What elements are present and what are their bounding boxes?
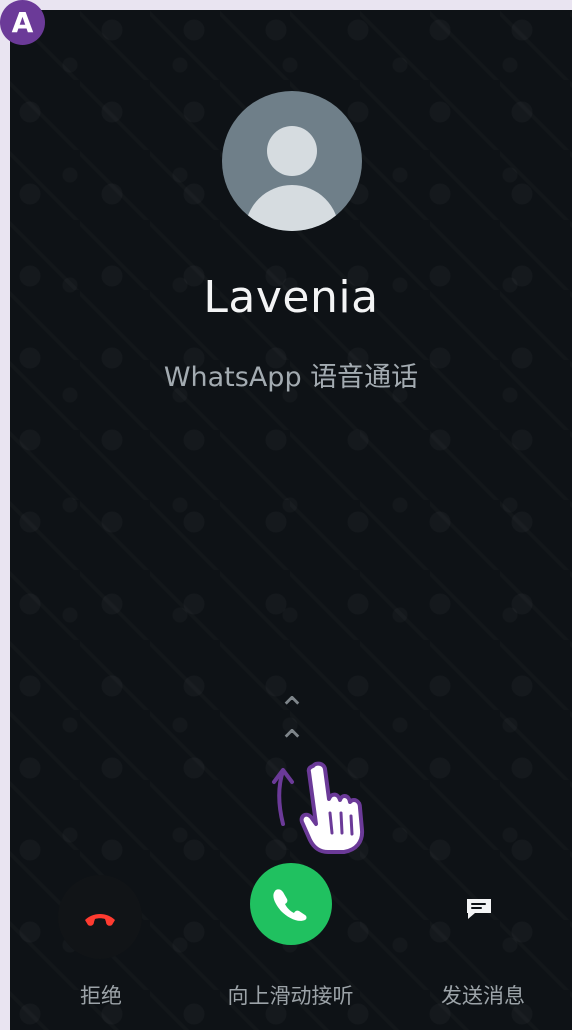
default-person-icon (267, 126, 317, 176)
phone-hangup-icon (85, 914, 115, 926)
phone-icon (273, 889, 307, 921)
accept-call-button[interactable] (250, 863, 332, 945)
decline-button[interactable] (58, 875, 142, 959)
annotation-badge: A (0, 0, 45, 45)
send-message-button[interactable] (450, 880, 508, 938)
decline-label: 拒绝 (80, 984, 122, 1008)
caller-name: Lavenia (203, 272, 379, 323)
message-icon (467, 899, 491, 919)
tap-hand-icon (299, 761, 365, 854)
accept-hint-label: 向上滑动接听 (227, 984, 354, 1008)
swipe-up-arrow-icon (272, 768, 294, 826)
call-type: WhatsApp 语音通话 (163, 362, 419, 393)
send-message-label: 发送消息 (441, 984, 525, 1008)
caller-avatar (222, 91, 362, 231)
incoming-call-screen: Lavenia WhatsApp 语音通话 ⌃ ⌃ 拒绝 向上滑动接听 发送消息 (10, 10, 572, 1030)
chevron-up-icon: ⌃ (277, 690, 307, 730)
chevron-up-icon: ⌃ (277, 723, 307, 763)
